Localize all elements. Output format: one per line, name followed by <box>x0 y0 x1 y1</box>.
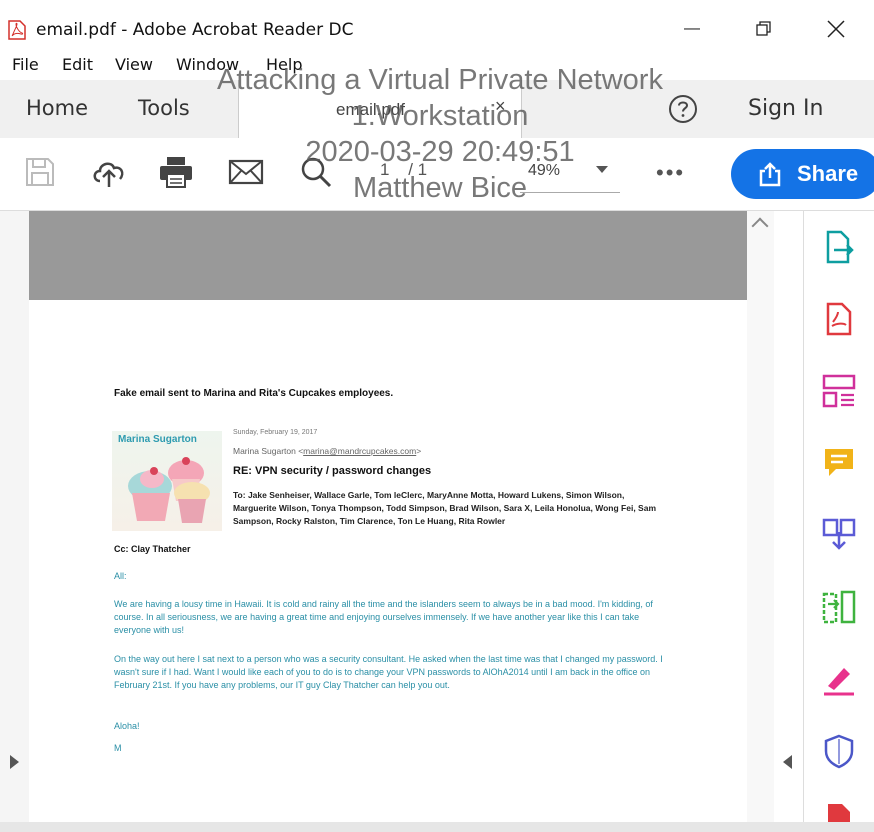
email-closing: Aloha! <box>114 721 140 731</box>
cupcake-image: Marina Sugarton <box>112 431 222 531</box>
menu-view[interactable]: View <box>115 55 153 74</box>
email-cc: Cc: Clay Thatcher <box>114 544 191 554</box>
email-greeting: All: <box>114 571 127 581</box>
page-top-band <box>29 211 747 300</box>
tab-home[interactable]: Home <box>26 96 88 120</box>
more-pdf-tools-icon[interactable] <box>820 800 858 822</box>
minimize-icon: — <box>684 20 700 37</box>
export-pdf-icon[interactable] <box>820 228 858 266</box>
watermark-line-2: 1.Workstation <box>351 100 529 132</box>
close-icon <box>827 20 845 38</box>
email-paragraph-1: We are having a lousy time in Hawaii. It… <box>114 599 653 635</box>
email-paragraph-2: On the way out here I sat next to a pers… <box>114 654 663 690</box>
status-bar <box>0 822 874 832</box>
comment-icon[interactable] <box>820 444 858 482</box>
email-from-address[interactable]: marina@mandrcupcakes.com <box>303 446 416 456</box>
combine-files-icon[interactable] <box>820 516 858 554</box>
cupcakes-picture <box>128 457 210 523</box>
upload-cloud-button[interactable] <box>89 152 129 192</box>
email-from-name: Marina Sugarton < <box>233 446 304 456</box>
menu-file[interactable]: File <box>12 55 39 74</box>
email-from-end: > <box>416 446 422 456</box>
window-title: email.pdf - Adobe Acrobat Reader DC <box>36 20 354 40</box>
watermark: Attacking a Virtual Private Network 1.Wo… <box>150 62 730 206</box>
email-date: Sunday, February 19, 2017 <box>233 429 318 436</box>
organize-pages-icon[interactable] <box>820 372 858 410</box>
sign-in-button[interactable]: Sign In <box>748 96 823 121</box>
compress-pdf-icon[interactable] <box>820 588 858 626</box>
email-subject: RE: VPN security / password changes <box>233 465 432 477</box>
watermark-line-1: Attacking a Virtual Private Network <box>217 64 663 96</box>
watermark-line-3: 2020-03-29 20:49:51 <box>305 136 575 168</box>
collapse-right-panel-icon[interactable] <box>783 755 792 769</box>
expand-left-panel-icon[interactable] <box>10 755 19 769</box>
left-panel-gutter <box>0 211 29 822</box>
protect-shield-icon[interactable] <box>820 732 858 770</box>
minimize-button[interactable]: — <box>672 14 712 44</box>
email-signature: M <box>114 743 122 753</box>
restore-icon <box>756 21 771 36</box>
acrobat-app-icon <box>8 20 26 40</box>
pdf-caption: Fake email sent to Marina and Rita's Cup… <box>114 388 394 399</box>
share-label: Share <box>797 161 859 186</box>
fill-sign-icon[interactable] <box>820 660 858 698</box>
save-button[interactable] <box>20 152 60 192</box>
close-window-button[interactable] <box>816 14 856 44</box>
share-button[interactable]: Share <box>731 149 874 199</box>
email-from: Marina Sugarton <marina@mandrcupcakes.co… <box>233 446 421 456</box>
share-icon <box>759 162 781 187</box>
menu-edit[interactable]: Edit <box>62 55 93 74</box>
watermark-line-4: Matthew Bice <box>352 172 528 204</box>
vertical-scrollbar[interactable] <box>747 211 774 822</box>
create-pdf-icon[interactable] <box>820 300 858 338</box>
email-recipients: To: Jake Senheiser, Wallace Garle, Tom l… <box>233 490 656 526</box>
save-icon <box>26 158 54 186</box>
cloud-upload-icon <box>93 162 124 187</box>
restore-button[interactable] <box>744 14 784 44</box>
